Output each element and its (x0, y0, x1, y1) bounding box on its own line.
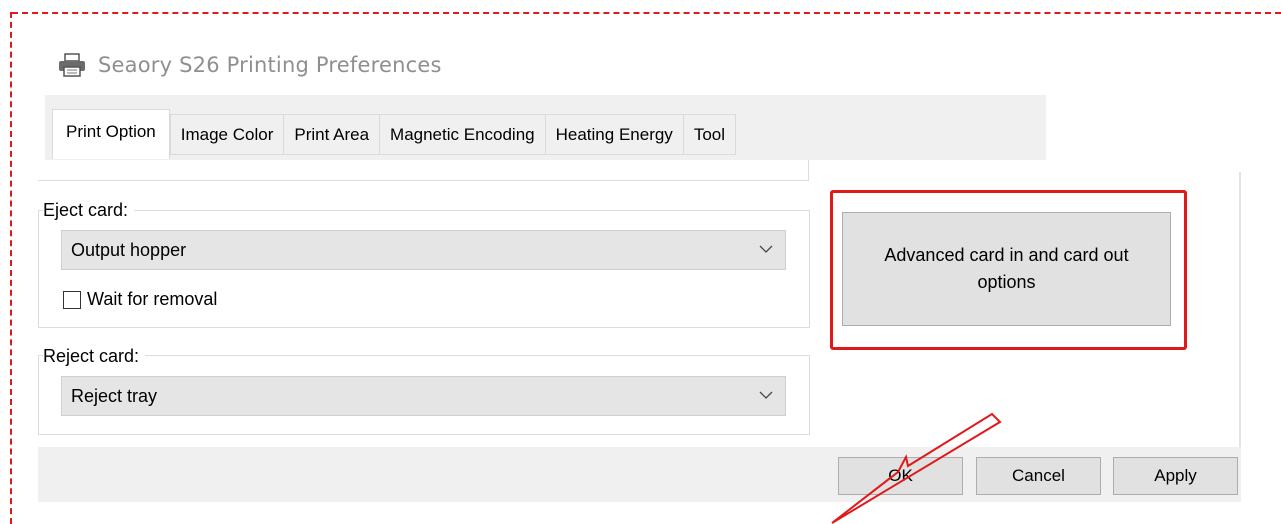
chevron-down-icon (759, 391, 773, 399)
tab-print-option[interactable]: Print Option (52, 109, 170, 159)
tab-print-area[interactable]: Print Area (283, 114, 380, 155)
annotation-arrow-icon (831, 412, 1002, 524)
annotation-highlight-box (830, 190, 1187, 350)
tab-image-color[interactable]: Image Color (169, 114, 284, 155)
tab-magnetic-encoding[interactable]: Magnetic Encoding (379, 114, 545, 155)
annotation-dashed-border-top (12, 12, 1281, 14)
reject-card-selected-value: Reject tray (71, 385, 158, 406)
annotation-dashed-border-left (10, 12, 12, 524)
eject-card-select[interactable]: Output hopper (61, 230, 786, 270)
reject-card-label: Reject card: (43, 346, 146, 367)
printer-icon (59, 53, 85, 77)
wait-for-removal-checkbox[interactable] (63, 291, 81, 309)
wait-for-removal-label: Wait for removal (87, 289, 218, 309)
panel-edge (1239, 172, 1241, 447)
tab-tool[interactable]: Tool (682, 114, 736, 155)
eject-card-selected-value: Output hopper (71, 239, 187, 260)
previous-group-box (38, 160, 809, 181)
chevron-down-icon (759, 245, 773, 253)
apply-button[interactable]: Apply (1113, 457, 1238, 495)
tabs-row: Print Option Image Color Print Area Magn… (52, 109, 736, 159)
tab-heating-energy[interactable]: Heating Energy (544, 114, 683, 155)
window-title: Seaory S26 Printing Preferences (98, 53, 442, 77)
eject-card-label: Eject card: (43, 200, 135, 221)
reject-card-select[interactable]: Reject tray (61, 376, 786, 416)
